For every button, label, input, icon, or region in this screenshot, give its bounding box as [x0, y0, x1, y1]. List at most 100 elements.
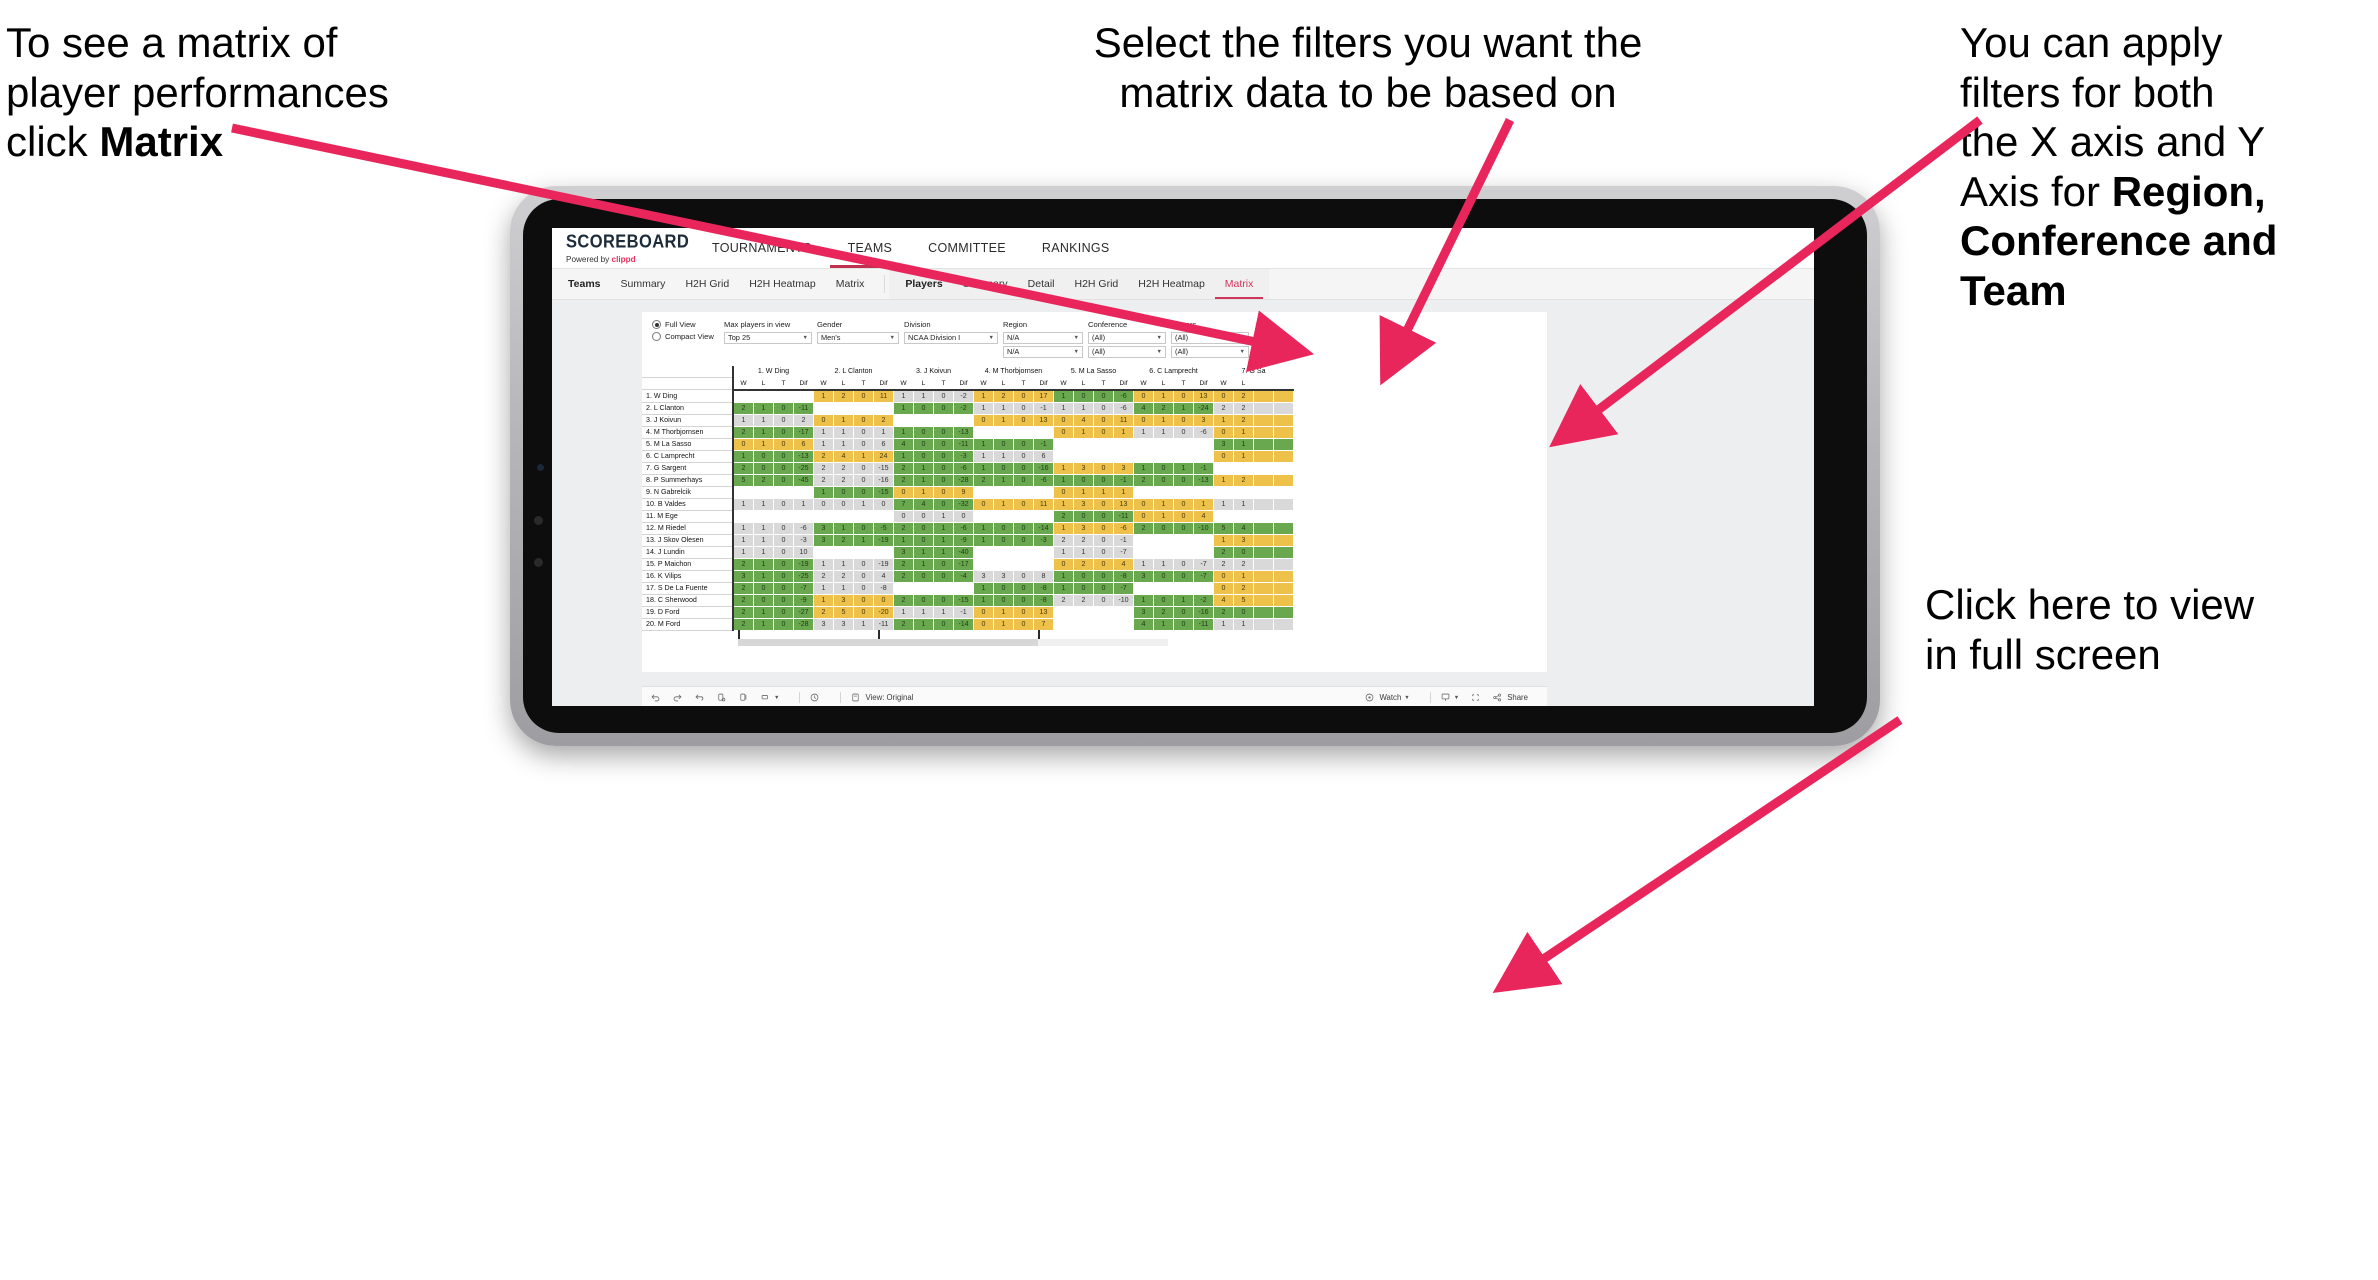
matrix-cell[interactable]: 0	[913, 594, 934, 607]
matrix-cell[interactable]: 0	[773, 570, 794, 583]
max-players-select[interactable]: Top 25 ▼	[724, 331, 812, 344]
matrix-cell[interactable]: -17	[953, 558, 974, 571]
matrix-cell[interactable]	[733, 486, 754, 499]
matrix-cell[interactable]	[993, 426, 1014, 439]
matrix-cell[interactable]	[1253, 534, 1274, 547]
matrix-cell[interactable]	[833, 510, 854, 523]
matrix-cell[interactable]: 0	[1013, 618, 1034, 631]
matrix-cell[interactable]: 0	[773, 594, 794, 607]
matrix-cell[interactable]	[1193, 486, 1214, 499]
matrix-cell[interactable]: -45	[793, 474, 814, 487]
matrix-cell[interactable]: 0	[873, 498, 894, 511]
matrix-cell[interactable]: 0	[1093, 534, 1114, 547]
matrix-cell[interactable]	[1033, 426, 1054, 439]
matrix-cell[interactable]: 0	[833, 498, 854, 511]
matrix-column-header[interactable]: 1. W Ding	[733, 365, 814, 378]
matrix-cell[interactable]: 3	[813, 522, 834, 535]
matrix-cell[interactable]: 1	[1073, 402, 1094, 415]
matrix-cell[interactable]: 0	[1213, 450, 1234, 463]
matrix-cell[interactable]: -16	[1033, 462, 1054, 475]
matrix-cell[interactable]: 2	[1233, 582, 1254, 595]
matrix-cell[interactable]: 0	[993, 594, 1014, 607]
radio-full-view[interactable]: Full View	[652, 320, 724, 329]
matrix-cell[interactable]: 5	[833, 606, 854, 619]
matrix-cell[interactable]: 3	[1193, 414, 1214, 427]
matrix-cell[interactable]: 3	[833, 594, 854, 607]
matrix-cell[interactable]: 2	[1233, 402, 1254, 415]
matrix-cell[interactable]	[1113, 606, 1134, 619]
matrix-cell[interactable]: 0	[1093, 402, 1114, 415]
matrix-cell[interactable]: 0	[1073, 582, 1094, 595]
matrix-cell[interactable]	[1253, 522, 1274, 535]
matrix-cell[interactable]: 0	[1093, 522, 1114, 535]
matrix-cell[interactable]	[1173, 450, 1194, 463]
matrix-cell[interactable]: 1	[853, 618, 874, 631]
matrix-cell[interactable]: 0	[773, 558, 794, 571]
matrix-cell[interactable]: 1	[1233, 450, 1254, 463]
matrix-cell[interactable]: -14	[1033, 522, 1054, 535]
matrix-cell[interactable]: 0	[913, 510, 934, 523]
matrix-cell[interactable]: 3	[1213, 438, 1234, 451]
matrix-cell[interactable]	[1253, 606, 1274, 619]
matrix-cell[interactable]: 1	[1133, 426, 1154, 439]
matrix-cell[interactable]: 0	[1133, 414, 1154, 427]
matrix-cell[interactable]: 2	[733, 582, 754, 595]
matrix-cell[interactable]	[1273, 522, 1294, 535]
matrix-cell[interactable]: 1	[1053, 389, 1074, 403]
matrix-cell[interactable]: 0	[913, 450, 934, 463]
matrix-cell[interactable]: 0	[753, 450, 774, 463]
matrix-cell[interactable]: 0	[913, 534, 934, 547]
matrix-cell[interactable]: 0	[1073, 389, 1094, 403]
matrix-cell[interactable]: 1	[1153, 426, 1174, 439]
matrix-cell[interactable]: 0	[1073, 474, 1094, 487]
matrix-cell[interactable]	[873, 402, 894, 415]
matrix-cell[interactable]: 0	[773, 438, 794, 451]
matrix-cell[interactable]	[1253, 462, 1274, 475]
matrix-cell[interactable]	[1073, 450, 1094, 463]
matrix-cell[interactable]: 1	[1053, 570, 1074, 583]
matrix-cell[interactable]: -27	[793, 606, 814, 619]
players-select-y[interactable]: (All) ▼	[1171, 345, 1249, 358]
matrix-cell[interactable]: 1	[973, 402, 994, 415]
matrix-cell[interactable]: 0	[1013, 522, 1034, 535]
matrix-cell[interactable]: 0	[1133, 498, 1154, 511]
matrix-cell[interactable]: 0	[933, 558, 954, 571]
matrix-cell[interactable]: 0	[773, 534, 794, 547]
device-preview-icon[interactable]: ▼	[1440, 692, 1459, 703]
matrix-cell[interactable]: 1	[813, 582, 834, 595]
matrix-cell[interactable]: 1	[813, 438, 834, 451]
matrix-cell[interactable]: 1	[1133, 558, 1154, 571]
matrix-cell[interactable]: -8	[1033, 582, 1054, 595]
matrix-cell[interactable]: 1	[933, 522, 954, 535]
matrix-cell[interactable]: 1	[753, 534, 774, 547]
matrix-cell[interactable]: -11	[793, 402, 814, 415]
matrix-cell[interactable]: 1	[1213, 498, 1234, 511]
matrix-cell[interactable]: -15	[873, 462, 894, 475]
matrix-cell[interactable]	[853, 402, 874, 415]
matrix-cell[interactable]: 1	[973, 534, 994, 547]
matrix-cell[interactable]: 0	[733, 438, 754, 451]
matrix-cell[interactable]	[1053, 618, 1074, 631]
matrix-cell[interactable]: 1	[1053, 498, 1074, 511]
matrix-cell[interactable]: 1	[733, 546, 754, 559]
matrix-cell[interactable]: 0	[933, 402, 954, 415]
matrix-cell[interactable]: 0	[973, 414, 994, 427]
matrix-cell[interactable]	[853, 510, 874, 523]
matrix-cell[interactable]: 1	[1173, 402, 1194, 415]
matrix-cell[interactable]: 4	[1213, 594, 1234, 607]
matrix-cell[interactable]: 0	[1013, 389, 1034, 403]
matrix-cell[interactable]	[1253, 498, 1274, 511]
matrix-cell[interactable]: -15	[953, 594, 974, 607]
matrix-cell[interactable]: 0	[753, 594, 774, 607]
matrix-cell[interactable]	[1253, 389, 1274, 403]
matrix-cell[interactable]: 0	[933, 426, 954, 439]
matrix-cell[interactable]	[1273, 534, 1294, 547]
matrix-cell[interactable]	[973, 558, 994, 571]
matrix-cell[interactable]: -6	[1113, 402, 1134, 415]
matrix-cell[interactable]: 3	[813, 534, 834, 547]
matrix-cell[interactable]: 2	[1213, 606, 1234, 619]
matrix-cell[interactable]: 1	[833, 558, 854, 571]
matrix-cell[interactable]: 1	[913, 558, 934, 571]
matrix-cell[interactable]: 0	[753, 462, 774, 475]
matrix-row-label[interactable]: 15. P Maichon	[642, 558, 734, 571]
